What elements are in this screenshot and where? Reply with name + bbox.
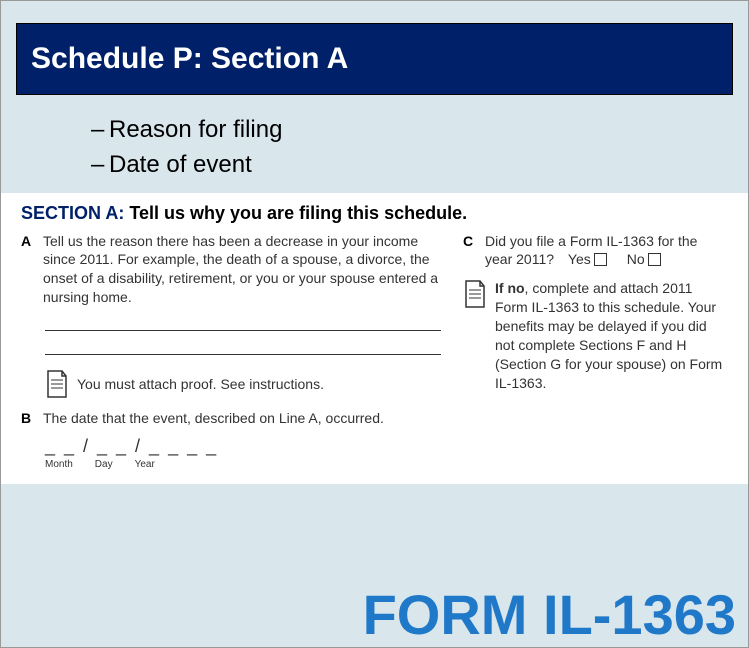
label-year: Year — [135, 459, 155, 470]
no-label: No — [627, 251, 645, 267]
write-in-line[interactable] — [45, 309, 441, 331]
checkbox-no[interactable] — [648, 253, 661, 266]
line-a-text: Tell us the reason there has been a decr… — [43, 232, 441, 308]
attach-icon — [463, 279, 487, 309]
dash-icon: – — [91, 113, 109, 148]
yes-label: Yes — [568, 251, 591, 267]
title-banner: Schedule P: Section A — [16, 23, 733, 95]
write-in-line[interactable] — [45, 333, 441, 355]
date-labels: Month Day Year — [45, 459, 441, 470]
form-excerpt: SECTION A: Tell us why you are filing th… — [1, 193, 748, 484]
checkbox-yes[interactable] — [594, 253, 607, 266]
line-b-text: The date that the event, described on Li… — [43, 409, 384, 428]
dash-icon: – — [91, 148, 109, 183]
line-letter: A — [21, 232, 35, 308]
line-a: A Tell us the reason there has been a de… — [21, 232, 441, 308]
if-no-text: , complete and attach 2011 Form IL-1363 … — [495, 280, 722, 390]
attach-note: You must attach proof. See instructions. — [45, 369, 441, 399]
form-title-footer: FORM IL-1363 — [363, 582, 736, 647]
label-month: Month — [45, 459, 73, 470]
line-c: C Did you file a Form IL-1363 for the ye… — [463, 232, 728, 270]
date-input[interactable]: _ _ / _ _ / _ _ _ _ — [45, 436, 441, 457]
line-letter: B — [21, 409, 35, 428]
line-b: B The date that the event, described on … — [21, 409, 441, 428]
line-letter: C — [463, 232, 477, 270]
yes-option: Yes — [568, 250, 607, 269]
bullet-text: Date of event — [109, 151, 252, 178]
no-option: No — [627, 250, 661, 269]
bullet-text: Reason for filing — [109, 116, 282, 143]
section-label: SECTION A: — [21, 203, 124, 223]
attach-text: You must attach proof. See instructions. — [77, 376, 324, 392]
page-title: Schedule P: Section A — [31, 42, 718, 76]
label-day: Day — [95, 459, 113, 470]
if-no-bold: If no — [495, 280, 525, 296]
if-no-note: If no, complete and attach 2011 Form IL-… — [463, 279, 728, 392]
section-instruction: Tell us why you are filing this schedule… — [129, 203, 467, 223]
bullet-list: –Reason for filing –Date of event — [91, 113, 748, 183]
bullet-item: –Reason for filing — [91, 113, 748, 148]
section-header: SECTION A: Tell us why you are filing th… — [21, 203, 728, 224]
attach-icon — [45, 369, 69, 399]
bullet-item: –Date of event — [91, 148, 748, 183]
